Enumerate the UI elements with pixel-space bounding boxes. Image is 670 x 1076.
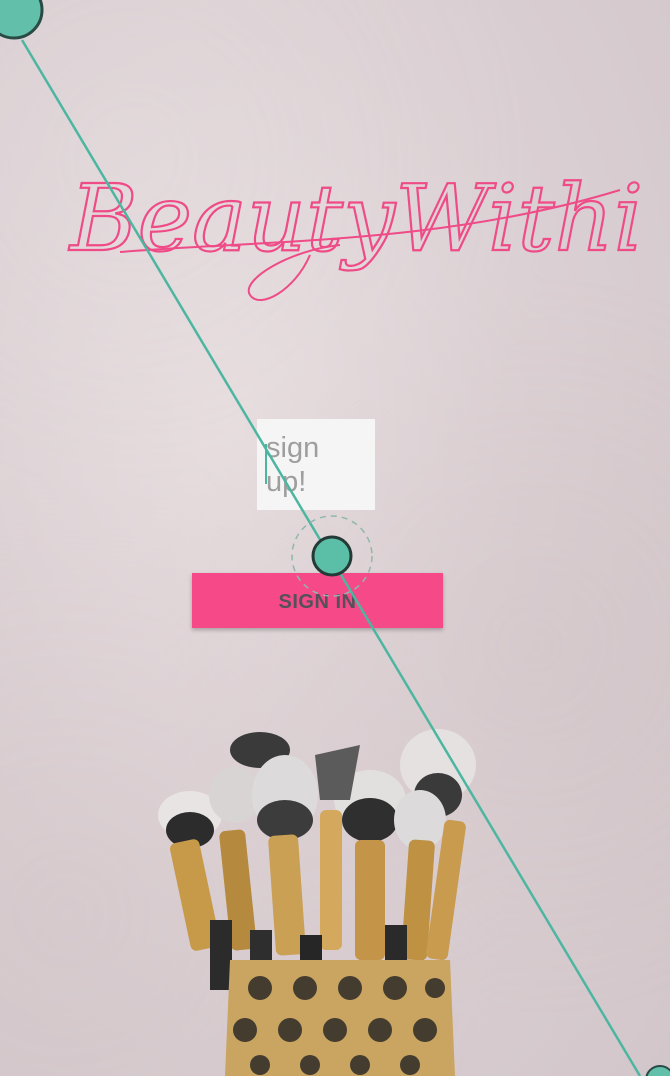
app-logo: BeautyWithin xyxy=(60,150,670,320)
signup-placeholder: sign up! xyxy=(266,432,320,498)
logo-text: BeautyWithin xyxy=(68,165,640,272)
text-cursor xyxy=(265,444,267,484)
makeup-brushes-image xyxy=(158,729,476,1076)
login-screen: BeautyWithin sign up! SIGN IN xyxy=(0,0,670,1076)
signup-field[interactable]: sign up! xyxy=(257,419,375,510)
sign-in-button[interactable]: SIGN IN xyxy=(192,573,443,628)
